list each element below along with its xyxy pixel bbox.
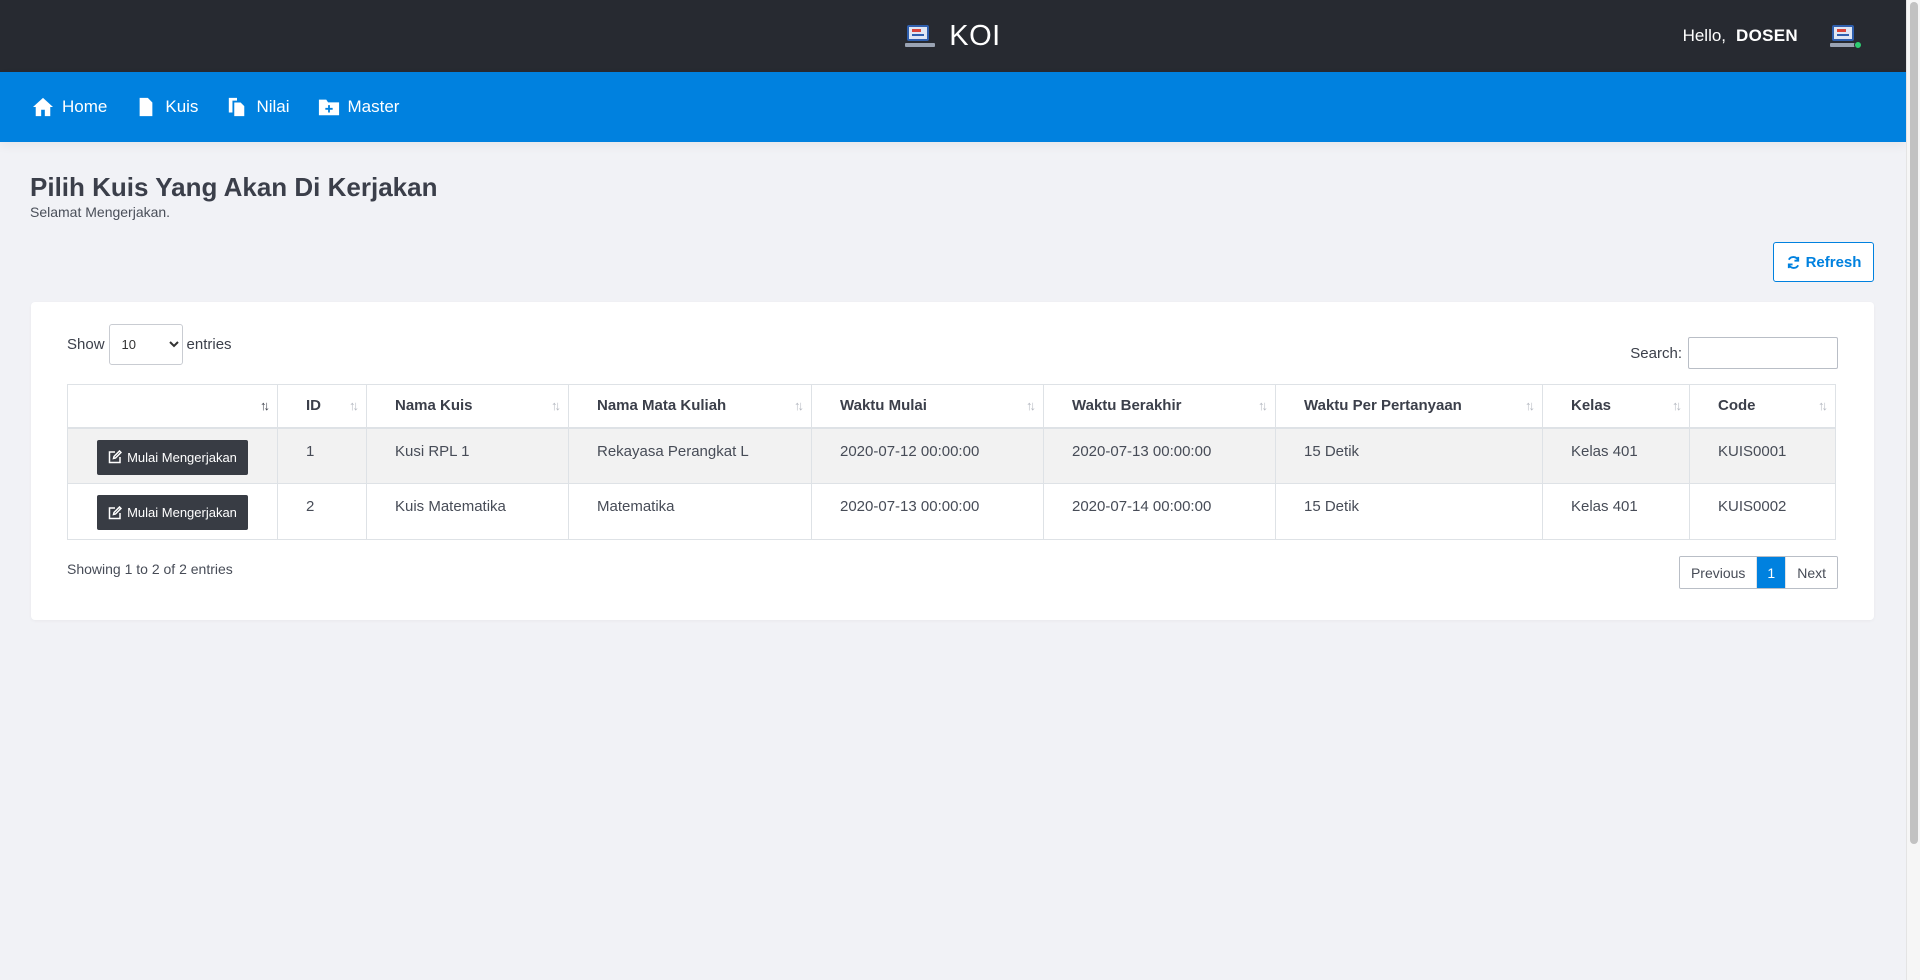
nav-item-nilai[interactable]: Nilai [226,97,290,117]
copy-icon [229,97,245,117]
cell-mata-kuliah: Rekayasa Perangkat L [568,427,812,484]
edit-icon [108,450,123,464]
column-header-nama-kuis[interactable]: Nama Kuis ↑↓ [366,384,569,429]
table-header-row: ↑↓ ID ↑↓ Nama Kuis ↑↓ Nama Mata Kuliah ↑↓ W… [67,384,1836,429]
show-label: Show [67,336,105,353]
action-cell: Mulai Mengerjakan [67,483,278,540]
cell-waktu-berakhir: 2020-07-13 00:00:00 [1043,427,1276,484]
avatar-icon[interactable] [1830,23,1862,49]
sort-icon: ↑↓ [1672,398,1682,413]
cell-waktu-mulai: 2020-07-13 00:00:00 [811,483,1044,540]
mulai-mengerjakan-button[interactable]: Mulai Mengerjakan [97,495,248,530]
refresh-button[interactable]: Refresh [1773,242,1874,282]
cell-waktu-pertanyaan: 15 Detik [1275,427,1543,484]
table-info: Showing 1 to 2 of 2 entries [67,561,233,577]
vertical-scrollbar[interactable] [1906,0,1920,980]
user-menu[interactable]: Hello, DOSEN [1682,0,1862,72]
column-header-waktu-mulai[interactable]: Waktu Mulai ↑↓ [811,384,1044,429]
refresh-label: Refresh [1805,253,1862,271]
cell-kelas: Kelas 401 [1542,427,1690,484]
nav-item-master[interactable]: Master [318,97,400,117]
cell-id: 1 [277,427,367,484]
nav-item-kuis[interactable]: Kuis [135,97,198,117]
mulai-mengerjakan-button[interactable]: Mulai Mengerjakan [97,439,248,475]
cell-code: KUIS0001 [1689,427,1836,484]
page-length-select[interactable]: 10 [108,324,183,365]
cell-mata-kuliah: Matematika [568,483,812,540]
nav-label: Nilai [256,97,290,116]
page-subtitle: Selamat Mengerjakan. [30,204,171,220]
user-name: DOSEN [1736,26,1798,45]
cell-waktu-mulai: 2020-07-12 00:00:00 [811,427,1044,484]
file-icon [139,97,153,117]
page-title: Pilih Kuis Yang Akan Di Kerjakan [30,172,438,202]
pagination: Previous 1 Next [1678,556,1838,589]
nav-label: Master [347,97,400,116]
previous-page-button[interactable]: Previous [1679,557,1757,588]
column-header-mata-kuliah[interactable]: Nama Mata Kuliah ↑↓ [568,384,812,429]
sort-asc-icon: ↑↓ [260,398,270,413]
edit-icon [108,505,123,519]
sort-icon: ↑↓ [1525,398,1535,413]
nav-item-home[interactable]: Home [32,97,107,117]
column-header-waktu-berakhir[interactable]: Waktu Berakhir ↑↓ [1043,384,1276,429]
column-header-code[interactable]: Code ↑↓ [1689,384,1836,429]
app-title: KOI [949,19,1001,52]
sort-icon: ↑↓ [349,398,359,413]
column-header-id[interactable]: ID ↑↓ [277,384,367,429]
column-header-action[interactable]: ↑↓ [67,384,278,429]
nav-label: Home [62,97,108,116]
online-status-icon [1854,41,1862,49]
cell-nama-kuis: Kusi RPL 1 [366,427,569,484]
top-bar: KOI Hello, DOSEN [0,0,1906,72]
quiz-table: ↑↓ ID ↑↓ Nama Kuis ↑↓ Nama Mata Kuliah ↑↓ W… [67,384,1836,540]
home-icon [33,97,53,117]
folder-plus-icon [318,99,339,116]
column-header-kelas[interactable]: Kelas ↑↓ [1542,384,1690,429]
search-label: Search: [1630,344,1682,362]
sort-icon: ↑↓ [1258,398,1268,413]
action-cell: Mulai Mengerjakan [67,427,278,484]
nav-label: Kuis [165,97,199,116]
table-row: Mulai Mengerjakan 1 Kusi RPL 1 Rekayasa … [67,427,1836,484]
cell-nama-kuis: Kuis Matematika [366,483,569,540]
search-input[interactable] [1688,337,1838,369]
cell-id: 2 [277,483,367,540]
cell-code: KUIS0002 [1689,483,1836,540]
quiz-table-card: Show 10 entries Search: ↑↓ ID ↑↓ Nama Kui… [31,302,1874,620]
sort-icon: ↑↓ [794,398,804,413]
sort-icon: ↑↓ [1026,398,1036,413]
refresh-icon [1787,255,1799,269]
scrollbar-thumb[interactable] [1910,2,1918,844]
computer-logo-icon [905,23,937,49]
cell-waktu-pertanyaan: 15 Detik [1275,483,1543,540]
main-nav: Home Kuis Nilai Master [0,72,1906,142]
search-control: Search: [1630,337,1838,369]
next-page-button[interactable]: Next [1785,557,1837,588]
cell-waktu-berakhir: 2020-07-14 00:00:00 [1043,483,1276,540]
column-header-waktu-pertanyaan[interactable]: Waktu Per Pertanyaan ↑↓ [1275,384,1543,429]
table-row: Mulai Mengerjakan 2 Kuis Matematika Mate… [67,483,1836,540]
brand[interactable]: KOI [905,20,1000,53]
cell-kelas: Kelas 401 [1542,483,1690,540]
entries-label: entries [186,336,232,353]
page-length-control: Show 10 entries [67,324,232,365]
page-button-current[interactable]: 1 [1756,557,1786,588]
sort-icon: ↑↓ [1818,398,1828,413]
sort-icon: ↑↓ [551,398,561,413]
greeting-text: Hello, [1682,26,1727,45]
